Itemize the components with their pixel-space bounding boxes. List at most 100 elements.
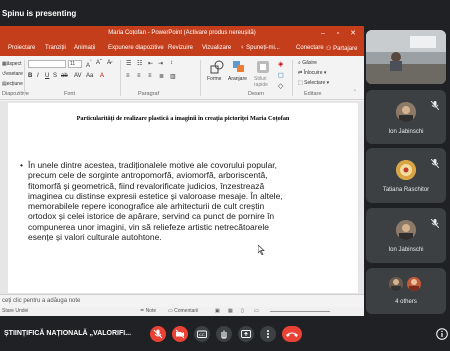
slide-body[interactable]: • În unele dintre acestea, tradiționalel… [20,160,350,243]
increase-indent-icon[interactable]: ⇥ [158,60,163,67]
shrink-font-icon[interactable]: Aˇ [96,60,102,66]
sign-in-link[interactable]: Conectare [296,45,324,51]
raise-hand-button[interactable] [216,326,232,342]
select-button[interactable]: ⬚ Selectare ▾ [298,80,329,86]
tell-me-search[interactable]: ♀ Spuneți-mi... [240,45,280,51]
reset-button[interactable]: ↺esetare [2,71,23,77]
participant-name: Ion Jabinschi [388,247,424,253]
numbering-icon[interactable]: ☷ [137,60,142,67]
body-line: memorabilele repere iconografice ale arh… [28,201,265,212]
tab-design[interactable]: Proiectare [8,45,35,51]
align-left-icon[interactable]: ≡ [126,73,130,79]
layout-button[interactable]: ▦ăspect [2,61,21,67]
tab-transitions[interactable]: Tranziții [45,45,66,51]
arrange-label[interactable]: Aranjare [228,76,247,82]
arrange-icon[interactable] [232,60,246,74]
avatar [407,277,421,291]
bullets-icon[interactable]: ☰ [126,60,131,67]
tab-review[interactable]: Revizuire [168,45,193,51]
bold-icon[interactable]: B [28,73,32,79]
present-button[interactable] [238,326,254,342]
participant-tile[interactable]: Ion Jabinschi [366,90,446,144]
find-button[interactable]: ⌕ Găsire [298,60,317,66]
align-right-icon[interactable]: ≡ [148,73,152,79]
group-drawing-label: Desen [248,91,264,97]
change-case-icon[interactable]: Aa [86,73,93,79]
body-line: fitomorfă și geometrică, fiind revalorif… [28,180,265,191]
powerpoint-titlebar: Maria Coțofan - PowerPoint (Activare pro… [0,26,364,42]
decrease-indent-icon[interactable]: ⇤ [148,60,153,67]
comments-toggle[interactable]: ▭ Comentarii [168,308,198,314]
shape-effects-icon[interactable]: ◇ [278,82,283,90]
notes-toggle[interactable]: ≐ Note [140,308,156,314]
mic-toggle-button[interactable] [150,326,166,342]
font-size-select[interactable]: 11 [68,60,82,68]
normal-view-icon[interactable]: ▣ [215,308,220,314]
select-icon: ⬚ [298,80,303,86]
lightbulb-icon: ♀ [240,45,245,51]
maximize-icon[interactable]: ▫ [333,29,343,38]
quick-styles-icon[interactable] [256,60,270,74]
underline-icon[interactable]: U [45,73,49,79]
avatar [396,220,416,240]
avatar [396,102,416,122]
shape-outline-icon[interactable]: ◻ [278,71,284,79]
captions-button[interactable]: CC [194,326,210,342]
status-text: Stare Undei [2,308,29,314]
participant-tile[interactable]: Tatiana Raschitor [366,148,446,203]
reading-view-icon[interactable]: ▯ [241,308,244,314]
close-icon[interactable]: ✕ [348,29,358,38]
strikethrough-icon[interactable]: ab [61,73,68,79]
share-button[interactable]: ⚇ Partajare [326,45,357,52]
svg-text:CC: CC [199,332,205,337]
font-color-icon[interactable]: A [100,73,104,79]
tab-slideshow[interactable]: Expunere diapozitive [108,45,164,51]
body-line: precum cele de sorginte antropomorfă, av… [28,170,268,181]
font-family-select[interactable] [28,60,66,68]
spacing-icon[interactable]: AV [74,73,82,79]
zoom-slider[interactable] [270,311,330,312]
quick-styles-label[interactable]: Stiluri rapide [254,76,274,88]
more-options-button[interactable] [260,326,276,342]
clear-format-icon[interactable]: A̷ [107,60,111,66]
window-title: Maria Coțofan - PowerPoint (Activare pro… [108,30,256,36]
shadow-icon[interactable]: S [53,73,57,79]
notes-pane[interactable]: ceți clic pentru a adăuga note [0,294,364,307]
shapes-label[interactable]: Forme [207,76,221,82]
shape-fill-icon[interactable]: ◈ [278,60,283,68]
group-editing-label: Editare [304,91,322,97]
collapse-ribbon-icon[interactable]: ˆ [354,90,356,96]
mic-off-icon [430,215,440,229]
replace-button[interactable]: ⇄ Înlocuire ▾ [298,70,326,76]
slideshow-view-icon[interactable]: ▭ [254,308,259,314]
info-icon [436,328,448,340]
more-vert-icon [267,330,269,338]
line-spacing-icon[interactable]: ↕ [170,60,173,66]
italic-icon[interactable]: I [37,73,39,79]
camera-off-icon [175,329,185,339]
others-tile[interactable]: 4 others [366,268,446,314]
participant-tile[interactable]: Ion Jabinschi [366,208,446,263]
captions-icon: CC [197,330,207,338]
columns-icon[interactable]: ▥ [170,73,176,80]
tab-animations[interactable]: Animații [74,45,95,51]
minimize-icon[interactable]: – [318,29,328,38]
presenting-banner: Spinu is presenting [0,0,450,26]
grow-font-icon[interactable]: Aˆ [86,60,92,69]
tab-view[interactable]: Vizualizare [202,45,231,51]
align-center-icon[interactable]: ≡ [137,73,141,79]
sorter-view-icon[interactable]: ▦ [228,308,233,314]
camera-toggle-button[interactable] [172,326,188,342]
section-button[interactable]: ▤ecțiune [2,81,23,87]
meeting-details-button[interactable] [436,327,448,340]
slide-canvas[interactable]: Particularități de realizare plastică a … [8,103,358,293]
participant-tile[interactable] [366,30,446,84]
body-line: compunerea unor imagini, vin să reliefez… [28,221,269,232]
body-line: esențe și valori culturale autohtone. [28,232,162,243]
hand-icon [221,330,227,339]
justify-icon[interactable]: ≣ [159,73,164,80]
leave-call-button[interactable] [282,326,302,342]
mouse-pointer-icon [257,244,266,256]
slide-title[interactable]: Particularități de realizare plastică a … [8,115,358,122]
shapes-icon[interactable] [210,60,224,74]
